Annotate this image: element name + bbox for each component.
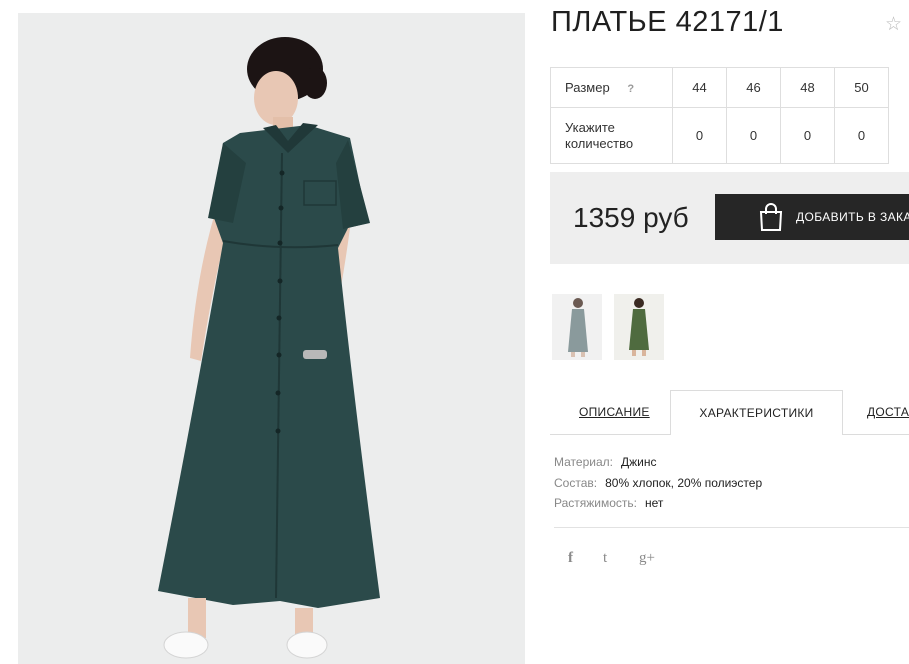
size-quantity-table: Размер ? 44 46 48 50 Укажите количество …	[550, 67, 889, 164]
add-to-order-label: ДОБАВИТЬ В ЗАКАЗ	[796, 210, 909, 224]
active-tab-gap	[671, 434, 842, 436]
price-value: 1359 руб	[573, 202, 689, 233]
quantity-input[interactable]: 0	[780, 107, 835, 164]
product-title: ПЛАТЬЕ 42171/1	[551, 6, 784, 38]
size-help-icon[interactable]: ?	[627, 83, 634, 95]
google-plus-icon[interactable]: g+	[639, 550, 655, 567]
thumbnail-image-gray-dress	[568, 298, 588, 357]
spec-key: Растяжимость:	[554, 496, 638, 510]
product-thumbnail[interactable]	[614, 294, 664, 360]
spec-row-stretch: Растяжимость: нет	[554, 493, 762, 514]
quantity-input[interactable]: 0	[672, 107, 727, 164]
spec-key: Состав:	[554, 475, 598, 490]
size-option: 46	[726, 67, 781, 108]
quantity-header-cell: Укажите количество	[550, 107, 673, 164]
spec-row-material: Материал: Джинс	[554, 452, 762, 473]
thumbnail-image-green-dress	[629, 298, 649, 356]
spec-key: Материал:	[554, 455, 613, 469]
spec-value: 80% хлопок, 20% полиэстер	[605, 475, 763, 490]
size-label: Размер	[565, 80, 610, 95]
product-thumbnail[interactable]	[552, 294, 602, 360]
quantity-label: Укажите количество	[565, 120, 633, 152]
characteristics-list: Материал: Джинс Состав: 80% хлопок, 20% по…	[554, 452, 762, 514]
shopping-bag-icon	[759, 203, 783, 231]
product-photo-illustration	[158, 37, 380, 659]
product-info-tabs: ОПИСАНИЕ ХАРАКТЕРИСТИКИ ДОСТАВКА	[550, 390, 909, 436]
size-option: 48	[780, 67, 835, 108]
spec-value: нет	[645, 496, 664, 510]
tab-delivery[interactable]: ДОСТАВКА	[867, 390, 909, 434]
tab-description[interactable]: ОПИСАНИЕ	[579, 390, 650, 434]
section-divider	[554, 527, 909, 528]
quantity-label-line2: количество	[565, 135, 634, 151]
spec-value: Джинс	[620, 455, 657, 469]
size-header-cell: Размер ?	[550, 67, 673, 108]
price-panel: 1359 руб ДОБАВИТЬ В ЗАКАЗ	[550, 172, 909, 264]
star-outline-icon[interactable]: ☆	[885, 13, 902, 36]
quantity-label-line1: Укажите	[565, 119, 615, 135]
quantity-input[interactable]: 0	[726, 107, 781, 164]
tab-characteristics[interactable]: ХАРАКТЕРИСТИКИ	[670, 390, 843, 435]
product-main-photo[interactable]	[18, 13, 525, 664]
size-option: 50	[834, 67, 889, 108]
quantity-input[interactable]: 0	[834, 107, 889, 164]
twitter-icon[interactable]: t	[603, 550, 607, 567]
add-to-order-button[interactable]: ДОБАВИТЬ В ЗАКАЗ	[715, 194, 909, 240]
size-option: 44	[672, 67, 727, 108]
facebook-icon[interactable]: f	[568, 550, 573, 567]
spec-row-composition: Состав: 80% хлопок, 20% полиэстер	[554, 473, 762, 494]
